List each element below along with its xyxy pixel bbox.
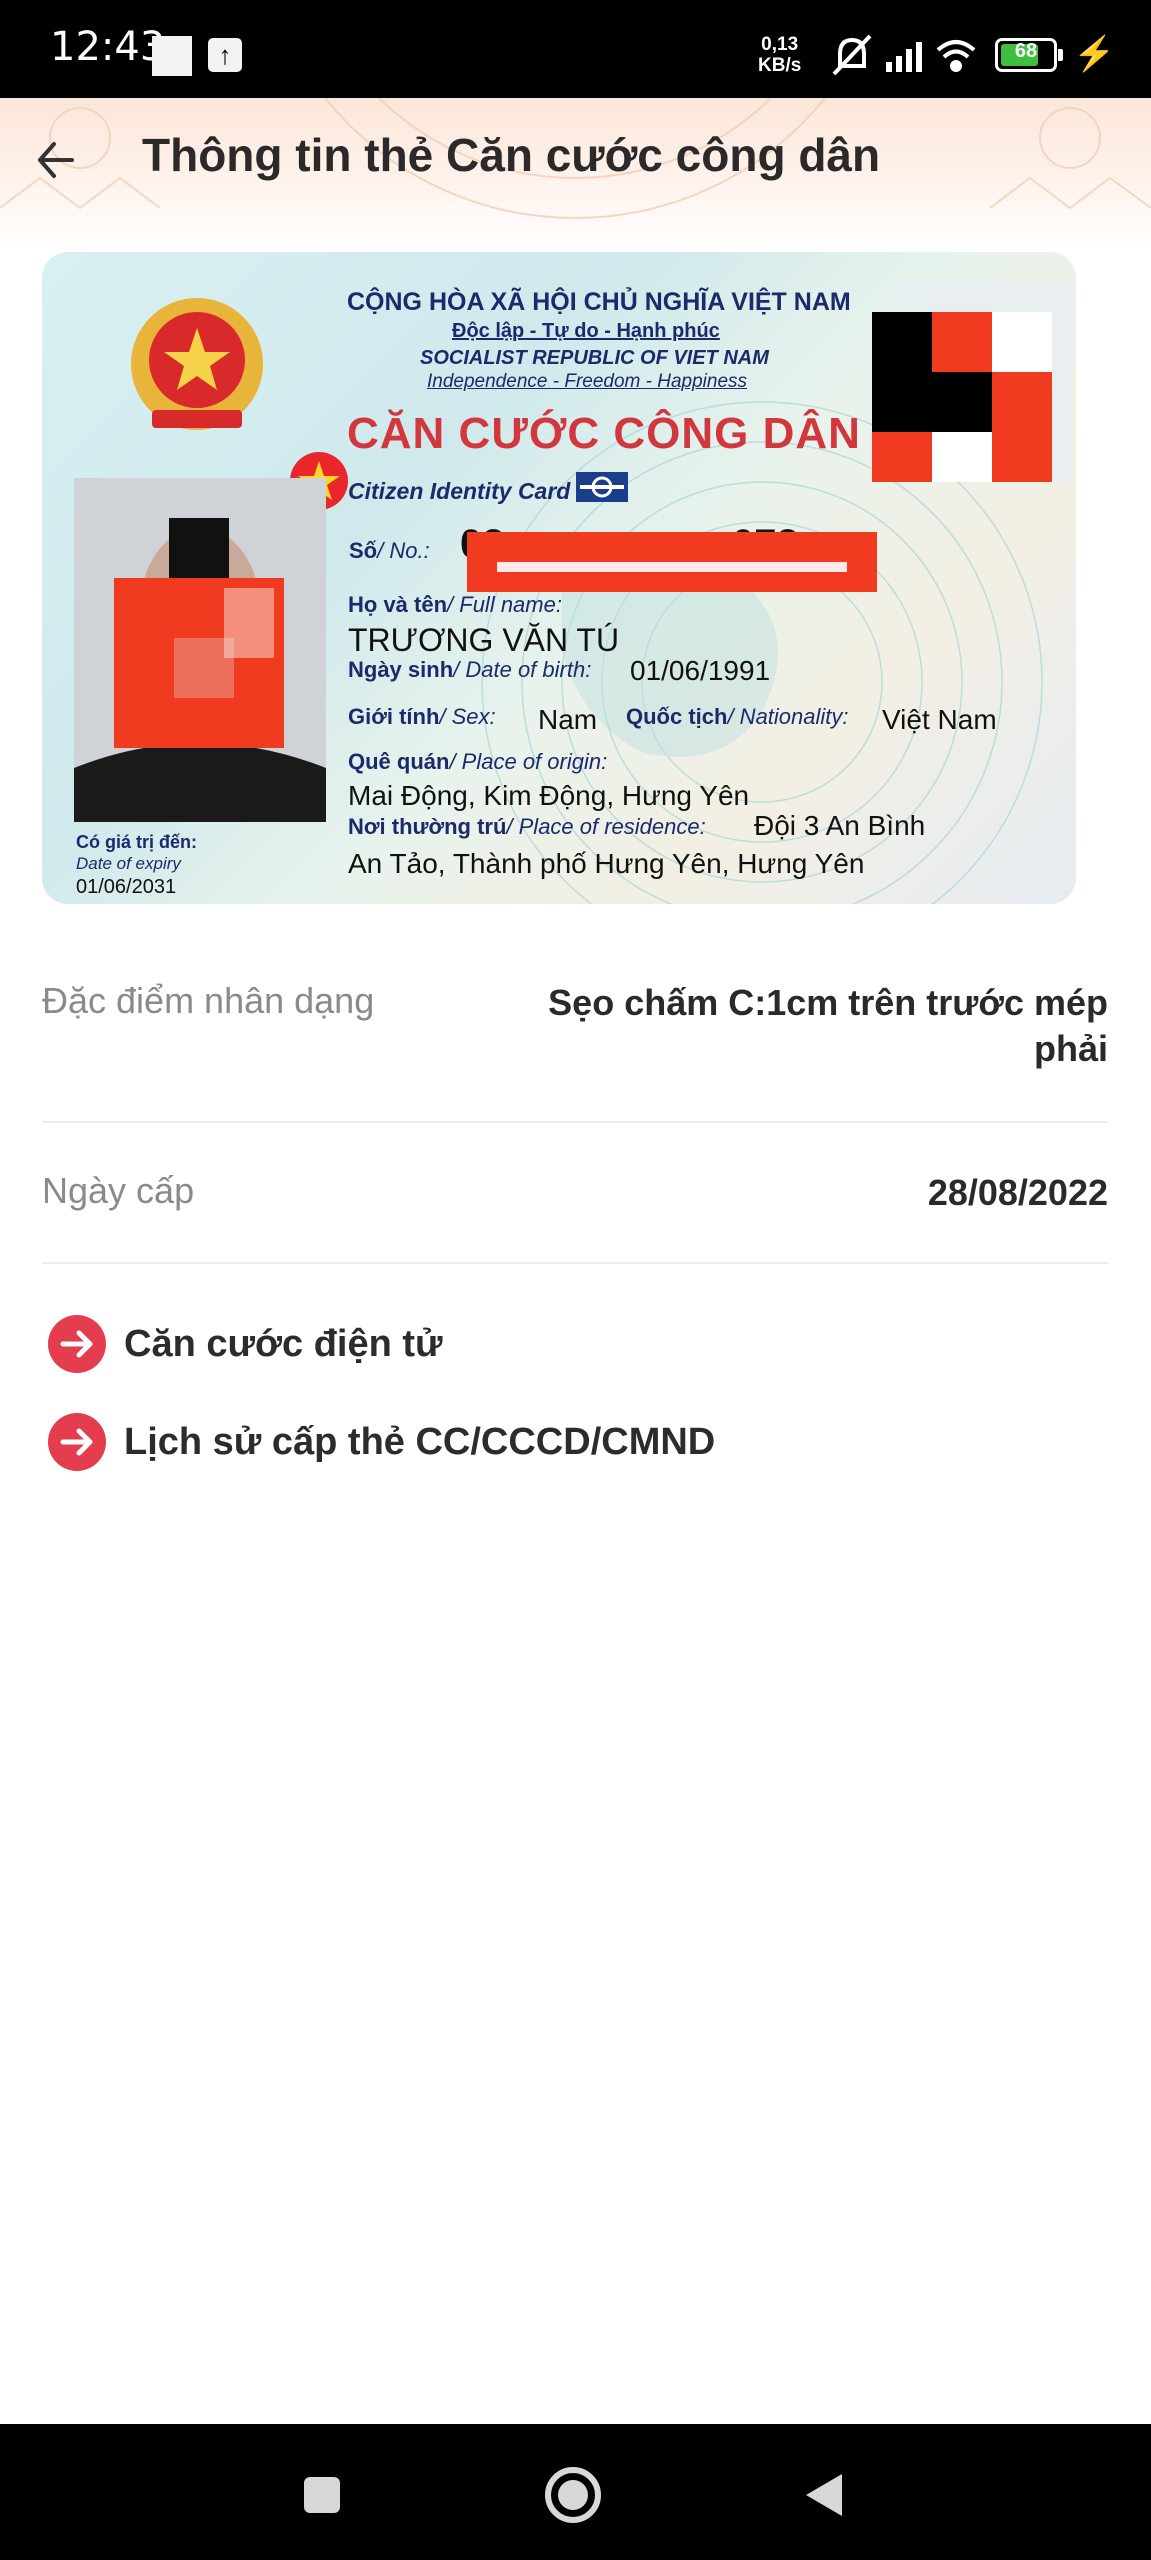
card-number-label: Số/ No.: [349, 538, 430, 563]
detail-value: Sẹo chấm C:1cm trên trước mép phải [548, 982, 1108, 1069]
detail-row-issue-date: Ngày cấp 28/08/2022 [42, 1170, 1108, 1230]
arrow-right-circle-icon [48, 1413, 106, 1471]
charging-icon: ⚡ [1073, 35, 1116, 73]
card-republic-vi: CỘNG HÒA XÃ HỘI CHỦ NGHĨA VIỆT NAM [347, 288, 851, 316]
image-notification-icon [152, 36, 192, 76]
residence-value-line1: Đội 3 An Bình [754, 810, 926, 841]
network-speed: 0,13 KB/s [758, 34, 801, 76]
dob-label: Ngày sinh/ Date of birth: [348, 657, 592, 682]
back-nav-icon[interactable] [790, 2460, 860, 2530]
link-label: Lịch sử cấp thẻ CC/CCCD/CMND [124, 1421, 716, 1463]
battery-level: 68 [1014, 40, 1038, 62]
signal-icon [886, 42, 922, 72]
qr-code-redaction [872, 282, 1072, 482]
origin-value: Mai Động, Kim Động, Hưng Yên [348, 780, 750, 811]
card-title: CĂN CƯỚC CÔNG DÂN [347, 409, 861, 458]
page-title: Thông tin thẻ Căn cước công dân [142, 129, 881, 181]
dob-value: 01/06/1991 [630, 655, 771, 686]
network-speed-unit: KB/s [758, 55, 802, 76]
status-bar: 12:43 ↑ 0,13 KB/s 68 ⚡ [0, 0, 1151, 98]
card-motto-vi: Độc lập - Tự do - Hạnh phúc [452, 320, 720, 342]
upload-icon: ↑ [208, 38, 242, 72]
detail-label: Đặc điểm nhân dạng [42, 980, 375, 1021]
arrow-right-circle-icon [48, 1315, 106, 1373]
link-card-issue-history[interactable]: Lịch sử cấp thẻ CC/CCCD/CMND [48, 1413, 748, 1475]
card-motto-en: Independence - Freedom - Happiness [427, 371, 748, 392]
card-number-redaction [467, 532, 877, 592]
back-arrow-icon[interactable] [32, 130, 92, 190]
card-republic-en: SOCIALIST REPUBLIC OF VIET NAM [420, 347, 769, 369]
detail-label: Ngày cấp [42, 1170, 195, 1211]
status-time: 12:43 [50, 24, 166, 70]
divider [42, 1262, 1108, 1264]
nationality-label: Quốc tịch/ Nationality: [626, 704, 849, 729]
recent-apps-icon[interactable] [287, 2460, 357, 2530]
link-electronic-id[interactable]: Căn cước điện tử [48, 1315, 748, 1377]
link-label: Căn cước điện tử [124, 1323, 443, 1365]
sex-label: Giới tính/ Sex: [348, 704, 496, 729]
app-header: Thông tin thẻ Căn cước công dân [0, 98, 1151, 248]
expiry-value: 01/06/2031 [76, 876, 177, 898]
detail-value: 28/08/2022 [927, 1172, 1108, 1213]
id-card-image: CỘNG HÒA XÃ HỘI CHỦ NGHĨA VIỆT NAM Độc l… [42, 252, 1076, 904]
name-value: TRƯƠNG VĂN TÚ [348, 622, 620, 658]
card-subtitle: Citizen Identity Card [348, 478, 571, 504]
divider [42, 1121, 1108, 1123]
home-icon[interactable] [538, 2460, 608, 2530]
nationality-value: Việt Nam [882, 704, 997, 735]
expiry-label: Có giá trị đến: [76, 832, 197, 852]
residence-value-line2: An Tảo, Thành phố Hưng Yên, Hưng Yên [348, 848, 865, 879]
status-icons [832, 34, 976, 76]
system-nav-bar [0, 2424, 1151, 2560]
sex-value: Nam [538, 704, 598, 735]
card-chip-icon [576, 472, 628, 502]
origin-label: Quê quán/ Place of origin: [348, 749, 608, 774]
residence-label: Nơi thường trú/ Place of residence: [348, 814, 706, 839]
mute-icon [832, 34, 872, 76]
detail-row-identifying-features: Đặc điểm nhân dạng Sẹo chấm C:1cm trên t… [42, 980, 1108, 1090]
portrait-photo [74, 478, 326, 822]
name-label: Họ và tên/ Full name: [348, 592, 562, 617]
network-speed-value: 0,13 [761, 34, 799, 55]
national-emblem-icon [131, 298, 263, 430]
expiry-label-en: Date of expiry [76, 854, 181, 873]
wifi-icon [936, 40, 976, 72]
battery-icon: 68 [995, 38, 1063, 72]
